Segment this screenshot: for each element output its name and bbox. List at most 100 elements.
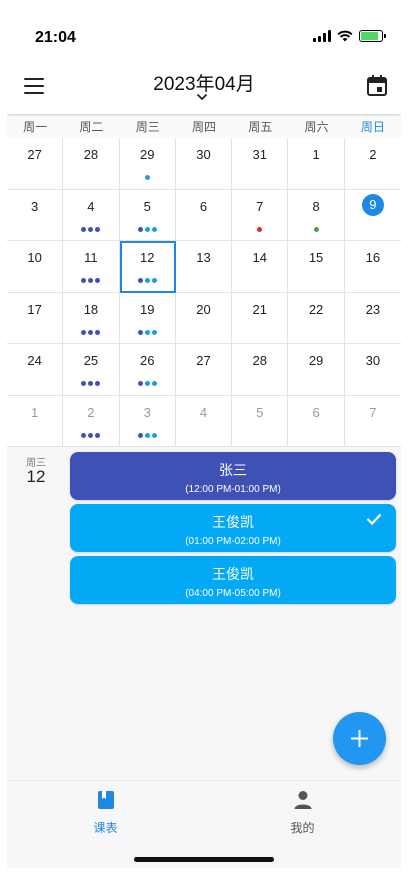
event-dot (88, 381, 94, 386)
calendar-day[interactable]: 6 (175, 189, 233, 241)
day-number: 3 (143, 404, 151, 420)
calendar-day[interactable]: 14 (232, 241, 289, 293)
day-number: 30 (365, 353, 381, 368)
weekday-sun: 周日 (360, 120, 385, 134)
event-time: (01:00 PM-02:00 PM) (185, 536, 281, 547)
calendar-icon[interactable] (367, 75, 387, 96)
event-indicators (63, 278, 118, 283)
calendar-day[interactable]: 18 (63, 292, 120, 344)
calendar-day-today[interactable]: 9 (344, 190, 401, 241)
calendar-day[interactable]: 19 (119, 292, 176, 344)
calendar-day[interactable]: 11 (63, 241, 120, 293)
event-dot (144, 329, 150, 335)
event-indicators (120, 278, 175, 283)
calendar-day[interactable]: 27 (7, 138, 64, 190)
event-dot (88, 329, 94, 335)
day-number: 2 (87, 404, 95, 420)
event-dot (144, 432, 150, 438)
status-time: 21:04 (35, 29, 76, 46)
chevron-down-icon[interactable] (196, 92, 208, 102)
event-dot (81, 432, 87, 438)
calendar-day[interactable]: 4 (175, 395, 233, 447)
event-indicators (63, 329, 118, 335)
day-number: 11 (84, 250, 98, 265)
calendar-day[interactable]: 3 (119, 395, 176, 447)
event-card[interactable]: 王俊凯 (04:00 PM-05:00 PM) (70, 556, 396, 604)
calendar-day-selected[interactable]: 12 (119, 241, 176, 293)
calendar-day[interactable]: 28 (232, 344, 289, 396)
calendar-day[interactable]: 29 (119, 138, 176, 190)
event-dot (137, 432, 143, 438)
calendar-day[interactable]: 10 (7, 241, 64, 293)
calendar-day[interactable]: 17 (7, 292, 64, 344)
calendar-day[interactable]: 24 (7, 344, 64, 396)
calendar-day[interactable]: 20 (175, 292, 233, 344)
nav-profile[interactable]: 我的 (204, 790, 401, 836)
calendar-day[interactable]: 2 (63, 395, 120, 447)
calendar-day[interactable]: 7 (344, 396, 401, 447)
calendar-day[interactable]: 28 (63, 138, 120, 190)
calendar-day[interactable]: 21 (232, 292, 289, 344)
event-indicators (120, 175, 175, 180)
day-number: 13 (196, 250, 211, 265)
calendar-day[interactable]: 29 (288, 344, 345, 396)
calendar-day[interactable]: 25 (63, 344, 120, 396)
day-number: 22 (308, 301, 324, 317)
event-indicators (288, 226, 343, 232)
day-number: 18 (83, 301, 99, 317)
day-number: 4 (199, 404, 208, 420)
calendar-day[interactable]: 30 (175, 138, 233, 190)
day-number: 29 (308, 353, 324, 368)
calendar-day[interactable]: 23 (344, 293, 401, 344)
weekday-fri: 周五 (248, 120, 273, 134)
day-number: 2 (369, 147, 377, 162)
weekday-wed: 周三 (135, 120, 160, 134)
calendar-day[interactable]: 26 (119, 344, 176, 396)
event-time: (12:00 PM-01:00 PM) (185, 484, 281, 495)
day-number: 9 (361, 193, 384, 216)
calendar-day[interactable]: 27 (175, 344, 233, 396)
calendar-day[interactable]: 3 (7, 189, 64, 241)
event-title: 王俊凯 (212, 566, 254, 582)
calendar-day[interactable]: 6 (288, 395, 345, 447)
add-event-button[interactable] (333, 712, 386, 765)
day-number: 26 (139, 353, 155, 368)
calendar-day[interactable]: 22 (288, 292, 345, 344)
event-indicators (232, 226, 287, 232)
calendar-day[interactable]: 31 (232, 138, 289, 190)
calendar-day[interactable]: 16 (344, 241, 401, 293)
calendar-day[interactable]: 5 (119, 189, 176, 241)
event-time: (04:00 PM-05:00 PM) (185, 588, 281, 599)
calendar-day[interactable]: 30 (344, 344, 401, 396)
day-number: 20 (196, 301, 211, 317)
home-indicator (134, 857, 274, 862)
calendar-day[interactable]: 5 (232, 395, 289, 447)
day-number: 8 (312, 198, 320, 214)
event-dot (88, 432, 94, 438)
event-card[interactable]: 张三 (12:00 PM-01:00 PM) (70, 452, 396, 500)
event-dot (88, 278, 94, 283)
calendar-day[interactable]: 8 (288, 189, 345, 241)
day-number: 28 (83, 147, 99, 162)
event-dot (88, 226, 94, 232)
calendar-day[interactable]: 2 (344, 138, 401, 190)
event-dot (81, 226, 87, 232)
nav-schedule[interactable]: 课表 (7, 790, 204, 836)
day-number: 1 (31, 404, 39, 420)
event-dot (151, 329, 157, 335)
event-card[interactable]: 王俊凯 (01:00 PM-02:00 PM) (70, 504, 396, 552)
day-number: 6 (312, 404, 320, 420)
calendar-day[interactable]: 4 (63, 189, 120, 241)
calendar-day[interactable]: 15 (288, 241, 345, 293)
event-dot (81, 278, 87, 283)
person-icon (294, 791, 311, 809)
calendar-day[interactable]: 1 (288, 138, 345, 190)
day-number: 1 (312, 147, 320, 162)
event-dot (144, 175, 150, 180)
calendar-day[interactable]: 1 (7, 395, 64, 447)
event-indicators (63, 381, 118, 386)
event-indicators (63, 226, 118, 232)
day-number: 21 (252, 301, 268, 317)
calendar-day[interactable]: 13 (175, 241, 233, 293)
calendar-day[interactable]: 7 (232, 189, 289, 241)
